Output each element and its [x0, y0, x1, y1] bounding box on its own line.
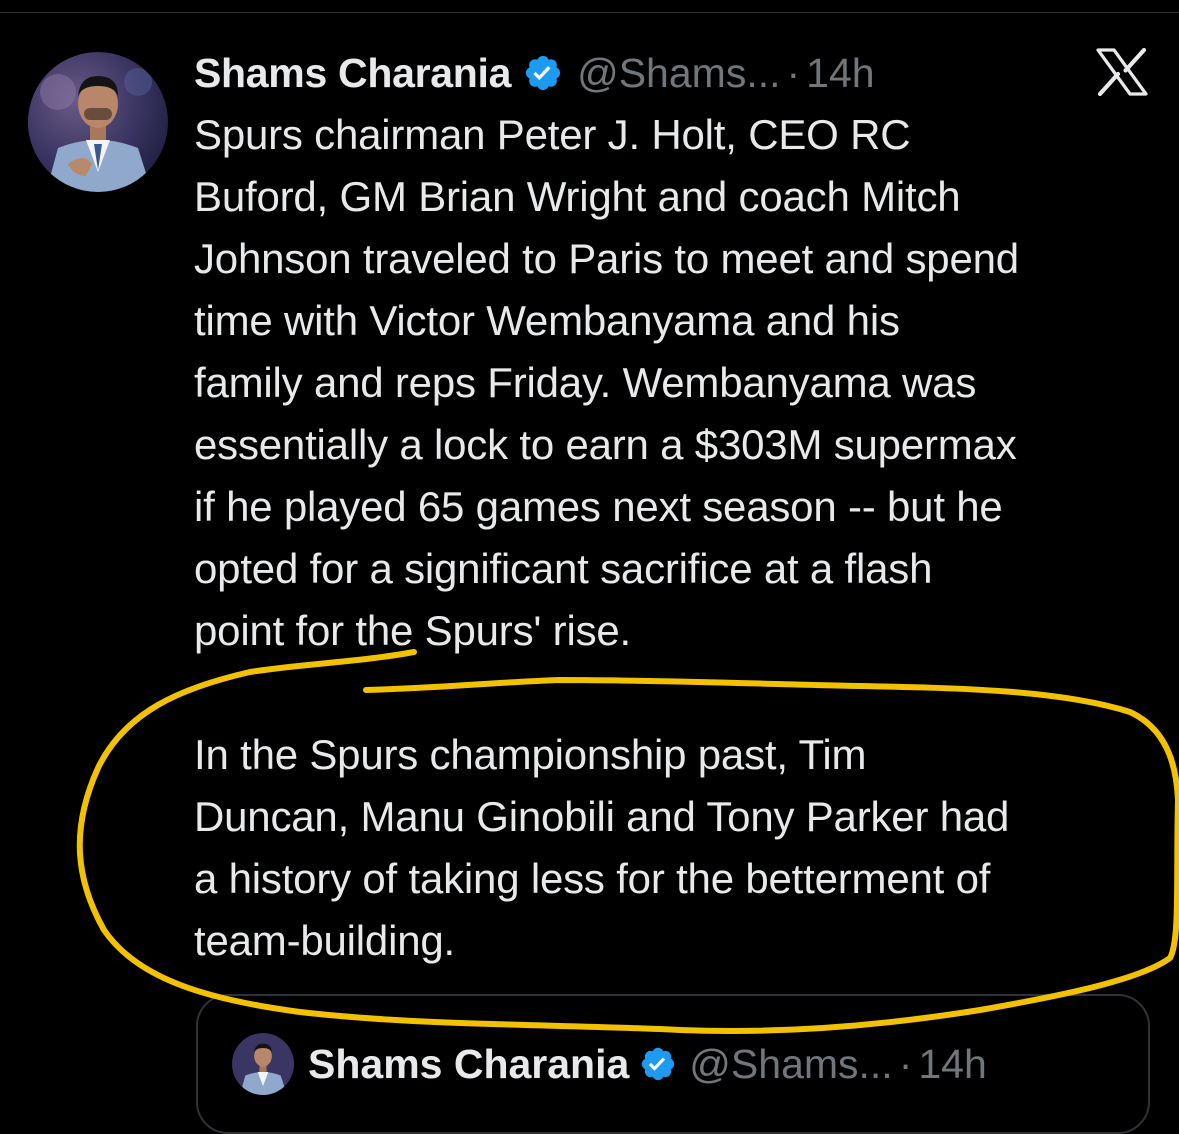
quoted-tweet-header: Shams Charania @Shams... · 14h	[232, 1033, 987, 1095]
verified-badge-icon	[526, 55, 561, 91]
quoted-tweet-timestamp: 14h	[918, 1040, 987, 1087]
tweet-paragraph: In the Spurs championship past, Tim Dunc…	[194, 731, 1010, 964]
quoted-author-avatar	[232, 1033, 294, 1095]
tweet-header: Shams Charania @Shams... · 14h	[194, 44, 875, 102]
tweet-body: Spurs chairman Peter J. Holt, CEO RC Buf…	[194, 104, 1174, 972]
author-name[interactable]: Shams Charania	[194, 50, 511, 97]
separator-dot: ·	[786, 49, 801, 96]
top-divider	[0, 12, 1179, 13]
quoted-author-handle: @Shams...	[689, 1040, 893, 1087]
avatar-image	[28, 52, 168, 192]
quoted-verified-badge-icon	[642, 1047, 675, 1081]
x-logo-icon[interactable]	[1096, 48, 1148, 96]
author-handle[interactable]: @Shams...	[577, 50, 780, 97]
quoted-author-name: Shams Charania	[308, 1040, 630, 1087]
tweet-paragraph: Spurs chairman Peter J. Holt, CEO RC Buf…	[194, 111, 1019, 654]
quoted-separator-dot: ·	[898, 1040, 913, 1087]
author-avatar[interactable]	[28, 52, 168, 192]
tweet-timestamp[interactable]: 14h	[806, 50, 874, 97]
quoted-avatar-image	[232, 1033, 294, 1095]
